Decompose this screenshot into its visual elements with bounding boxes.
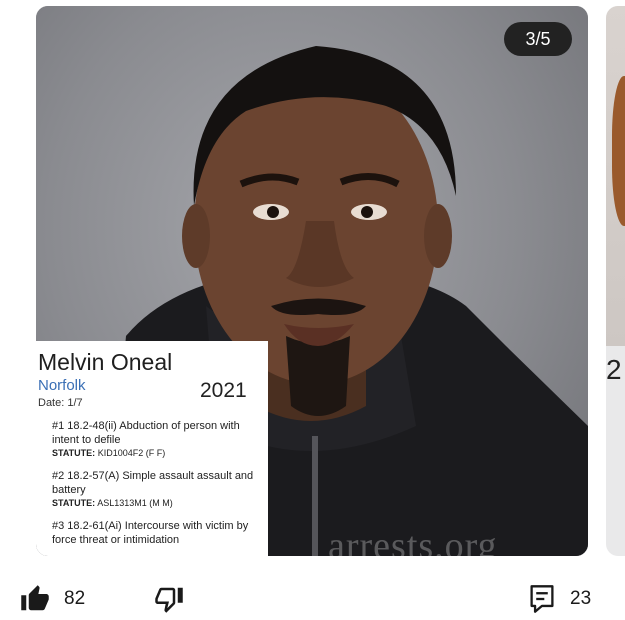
post-action-bar: 82 23 <box>0 578 625 620</box>
statute-code: ASL1313M1 (M M) <box>97 498 173 508</box>
charge-description: #2 18.2-57(A) Simple assault assault and… <box>52 470 254 496</box>
thumbs-up-icon[interactable] <box>20 584 50 614</box>
dislike-action[interactable] <box>154 578 184 620</box>
arrest-year: 2021 <box>200 379 247 402</box>
comment-count: 23 <box>570 588 592 609</box>
charges-list: #1 18.2-48(ii) Abduction of person with … <box>52 419 266 556</box>
charge-statute: STATUTE: KID1004F2 (F F) <box>52 447 266 460</box>
charge-description: #1 18.2-48(ii) Abduction of person with … <box>52 420 240 446</box>
arrest-date: Date: 1/7 <box>38 397 83 409</box>
charge-description: #3 18.2-61(Ai) Intercourse with victim b… <box>52 520 249 546</box>
charge-item: #2 18.2-57(A) Simple assault assault and… <box>52 469 266 510</box>
person-name: Melvin Oneal <box>38 349 173 375</box>
mugshot-card[interactable]: 3/5 arrests.org Melvin Oneal Norfolk 202… <box>36 6 588 556</box>
watermark: arrests.org <box>328 525 498 556</box>
comment-icon[interactable] <box>528 584 556 614</box>
charge-item: #3 18.2-61(Ai) Intercourse with victim b… <box>52 519 266 547</box>
thumbs-down-icon[interactable] <box>154 584 184 614</box>
image-carousel[interactable]: 3/5 arrests.org Melvin Oneal Norfolk 202… <box>0 0 625 570</box>
comment-action[interactable]: 23 <box>528 578 591 620</box>
statute-code: KID1004F2 (F F) <box>97 448 166 458</box>
statute-label: STATUTE: <box>52 498 96 508</box>
next-card-text: 2 <box>606 354 622 385</box>
charge-item: #1 18.2-48(ii) Abduction of person with … <box>52 419 266 460</box>
like-action[interactable]: 82 <box>20 578 85 620</box>
slide-counter-badge: 3/5 <box>504 22 572 56</box>
next-card-photo-detail <box>612 76 625 226</box>
location-link[interactable]: Norfolk <box>38 377 86 394</box>
charge-statute: STATUTE: ASL1313M1 (M M) <box>52 497 266 510</box>
arrest-info-box: Melvin Oneal Norfolk 2021 Date: 1/7 #1 1… <box>36 341 268 556</box>
like-count: 82 <box>64 588 86 609</box>
statute-label: STATUTE: <box>52 448 96 458</box>
next-carousel-card[interactable]: 2 <box>606 6 625 556</box>
